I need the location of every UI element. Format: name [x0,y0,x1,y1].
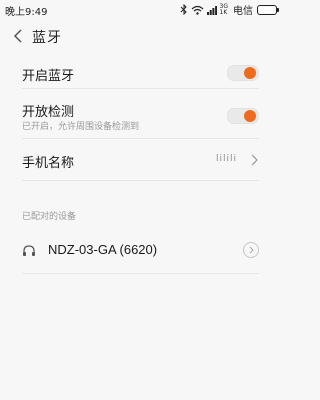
battery-level [259,6,273,13]
chevron-left-icon[interactable] [10,27,28,45]
info-icon[interactable] [243,242,259,258]
bluetooth-icon [180,4,187,15]
discoverable-toggle-row[interactable]: 开放检测 已开启，允许周围设备检测到 [22,96,259,139]
headset-icon [23,245,35,256]
chevron-right-icon [251,154,258,166]
wifi-icon [191,5,203,15]
device-name-value: lilili [215,154,237,164]
signal-icon [206,5,217,15]
device-name-label: 手机名称 [22,156,75,171]
title-bar: 蓝牙 [0,22,281,50]
status-bar: 晚上9:49 3G 1K 电信 [0,0,281,18]
switch-knob [244,110,256,122]
discoverable-subtitle: 已开启，允许周围设备检测到 [22,122,140,132]
network-speed: 1K [219,8,228,16]
network-indicator: 3G 1K [219,3,228,16]
device-name-row[interactable]: 手机名称 lilili [22,146,259,181]
status-icons: 3G 1K 电信 [180,2,279,17]
page-title: 蓝牙 [32,30,62,46]
status-time: 晚上9:49 [5,7,48,18]
bluetooth-toggle-row[interactable]: 开启蓝牙 [22,58,259,89]
bluetooth-toggle-label: 开启蓝牙 [22,69,75,84]
discoverable-switch[interactable] [227,108,259,124]
carrier-name: 电信 [233,6,253,17]
paired-device-name: NDZ-03-GA (6620) [48,242,158,257]
switch-knob [244,67,256,79]
bluetooth-switch[interactable] [227,65,259,81]
paired-device-row[interactable]: NDZ-03-GA (6620) [22,235,259,274]
discoverable-toggle-label: 开放检测 [22,105,75,120]
paired-section-header: 已配对的设备 [22,212,77,222]
battery-icon [257,4,279,15]
